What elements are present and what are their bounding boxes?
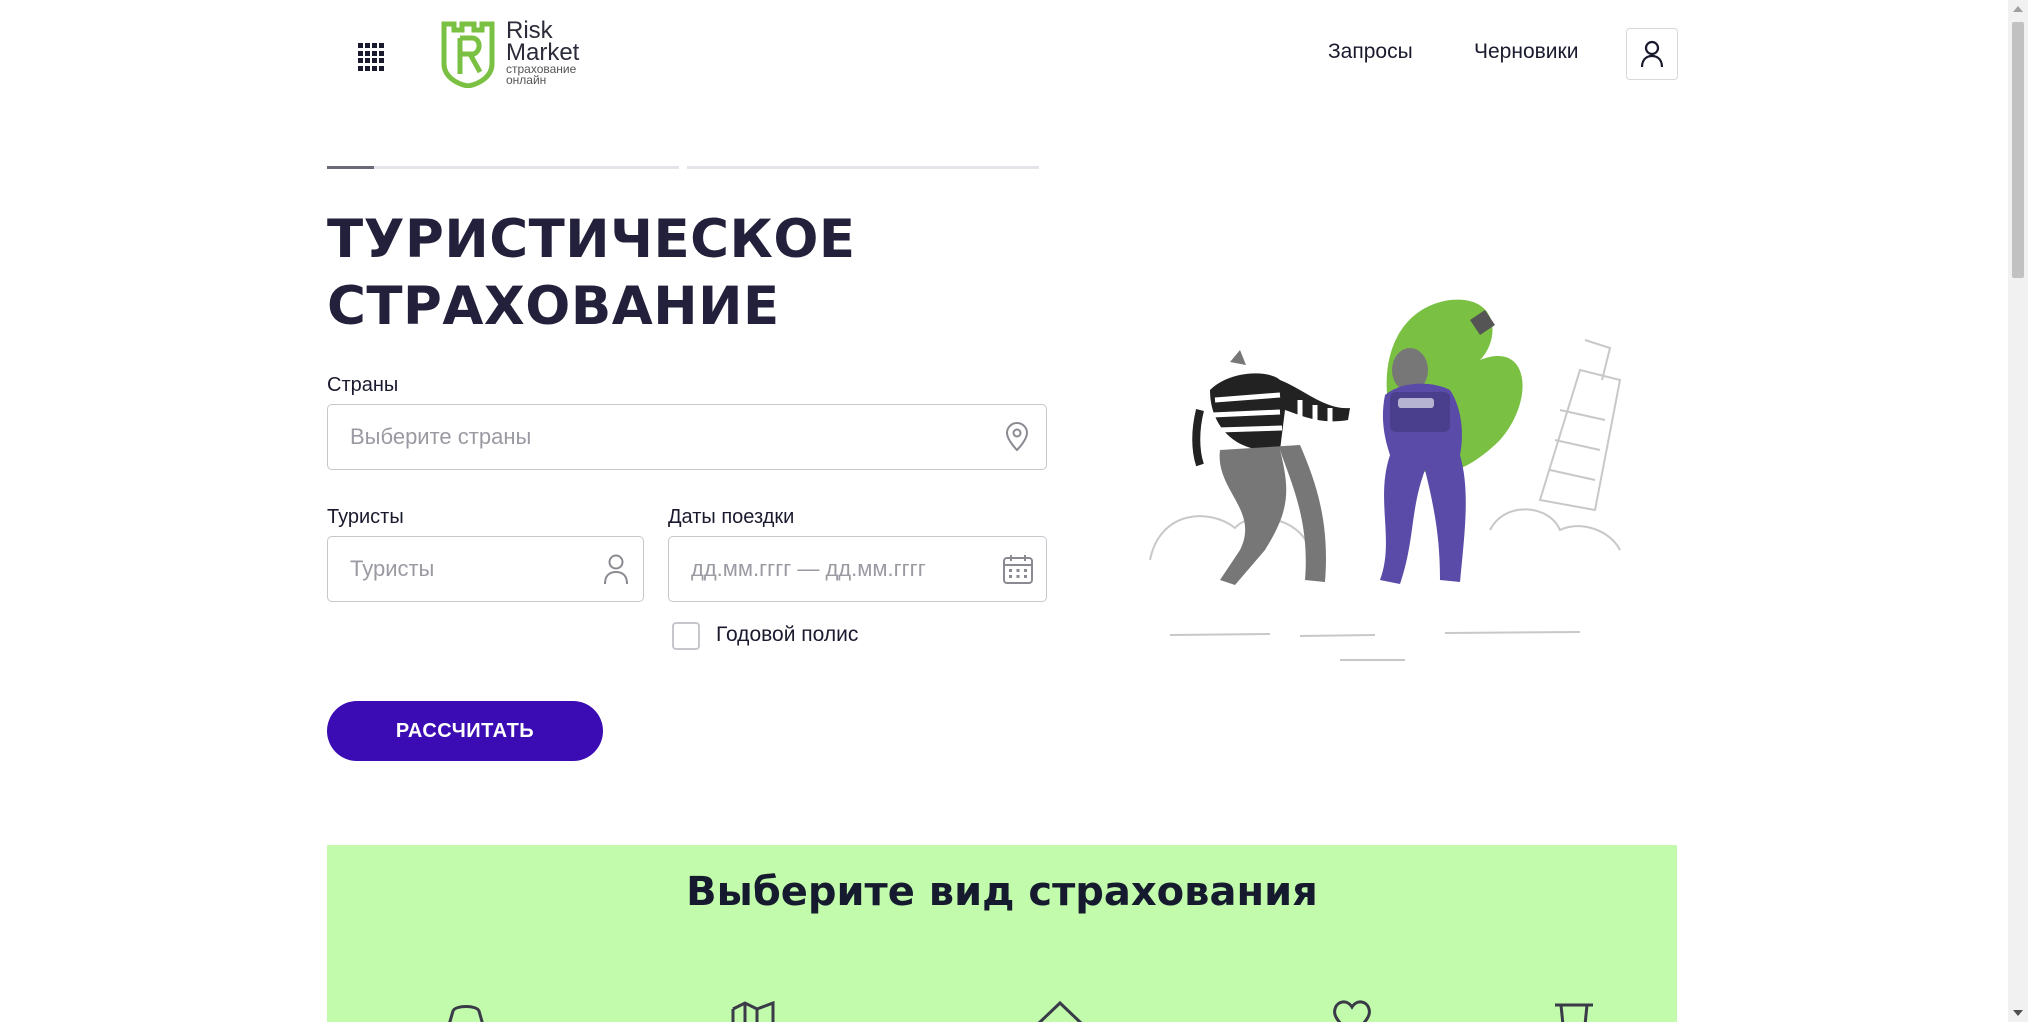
annual-policy-checkbox[interactable] bbox=[672, 622, 700, 650]
nav-drafts-link[interactable]: Черновики bbox=[1474, 40, 1578, 64]
page-title-line-2: СТРАХОВАНИЕ bbox=[327, 276, 780, 337]
step-indicator-1 bbox=[327, 166, 679, 169]
page-title: ТУРИСТИЧЕСКОЕ СТРАХОВАНИЕ bbox=[327, 206, 1027, 340]
insurance-types-section: Выберите вид страхования bbox=[327, 845, 1677, 1022]
tourists-field[interactable] bbox=[327, 536, 644, 602]
step-indicator-2 bbox=[687, 166, 1039, 169]
annual-policy-label[interactable]: Годовой полис bbox=[716, 623, 858, 647]
trip-dates-label: Даты поездки bbox=[668, 506, 795, 528]
nav-requests-link[interactable]: Запросы bbox=[1328, 40, 1413, 64]
calculate-button[interactable]: РАССЧИТАТЬ bbox=[327, 701, 603, 761]
logo-tower-icon bbox=[441, 21, 495, 88]
step-indicator-1-progress bbox=[327, 166, 374, 169]
location-pin-icon bbox=[1005, 422, 1029, 452]
countries-input[interactable] bbox=[350, 405, 990, 469]
trip-dates-field[interactable] bbox=[668, 536, 1047, 602]
logo[interactable]: Risk Market страхование онлайн bbox=[440, 19, 600, 88]
user-profile-button[interactable] bbox=[1626, 28, 1678, 80]
scroll-up-arrow[interactable] bbox=[2013, 6, 2023, 12]
travelers-illustration bbox=[1149, 299, 1622, 661]
countries-label: Страны bbox=[327, 374, 399, 396]
tourists-label: Туристы bbox=[327, 506, 404, 528]
countries-field[interactable] bbox=[327, 404, 1047, 470]
insurance-types-title: Выберите вид страхования bbox=[686, 869, 1318, 915]
house-icon[interactable] bbox=[1035, 995, 1085, 1022]
heart-icon[interactable] bbox=[1327, 995, 1377, 1022]
logo-text-market: Market bbox=[506, 39, 580, 66]
trip-dates-input[interactable] bbox=[691, 537, 991, 601]
page-title-line-1: ТУРИСТИЧЕСКОЕ bbox=[327, 209, 856, 270]
map-icon[interactable] bbox=[729, 995, 779, 1022]
scroll-down-arrow[interactable] bbox=[2013, 1010, 2023, 1016]
vertical-scrollbar[interactable] bbox=[2008, 0, 2028, 1022]
page: Risk Market страхование онлайн Запросы Ч… bbox=[0, 0, 2008, 1022]
person-icon bbox=[604, 554, 628, 585]
user-icon bbox=[1640, 40, 1664, 68]
logo-subtitle-2: онлайн bbox=[506, 73, 547, 87]
apps-grid-icon[interactable] bbox=[358, 43, 386, 71]
trophy-icon[interactable] bbox=[1549, 995, 1599, 1022]
tourists-input[interactable] bbox=[350, 537, 590, 601]
car-icon[interactable] bbox=[441, 995, 491, 1022]
scrollbar-thumb[interactable] bbox=[2012, 22, 2024, 278]
calendar-icon bbox=[1003, 555, 1033, 584]
